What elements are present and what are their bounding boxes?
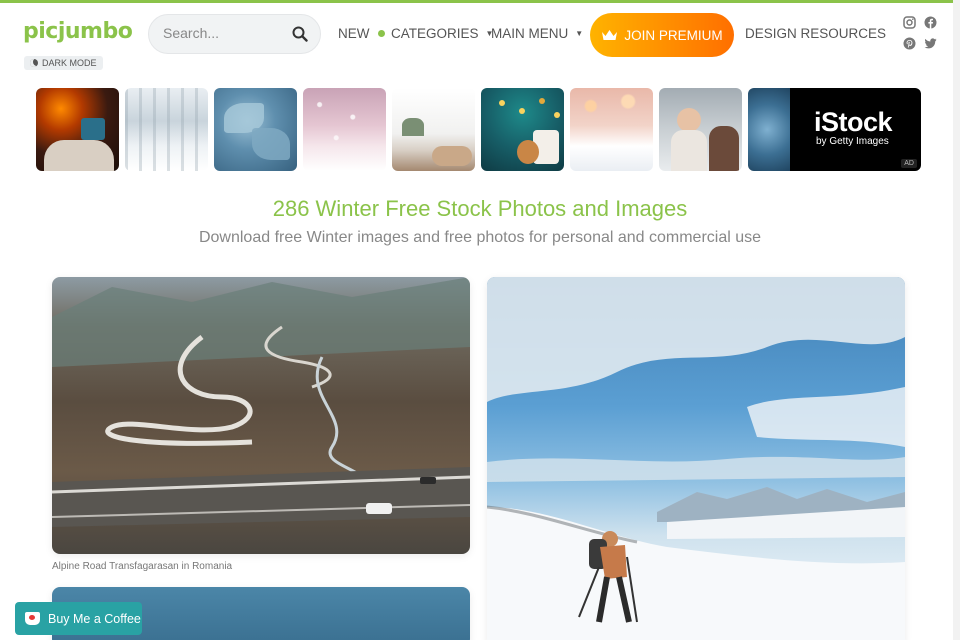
nav-main-menu-label: MAIN MENU [491, 26, 569, 41]
search-input[interactable] [163, 25, 293, 41]
ad-badge: AD [901, 159, 917, 168]
search-icon[interactable] [292, 26, 308, 42]
join-premium-label: JOIN PREMIUM [624, 27, 723, 43]
new-indicator-dot [377, 30, 385, 37]
photo-alpine-road[interactable] [52, 277, 470, 554]
thumbnail-couple-snow[interactable] [659, 88, 742, 171]
photo-winter-hiker[interactable] [487, 277, 905, 640]
site-header: picjumbo DARK MODE NEW CATEGORIES ▼ MAIN… [0, 3, 953, 70]
buy-me-a-coffee-button[interactable]: Buy Me a Coffee [15, 602, 142, 635]
alpine-road-illustration [52, 277, 470, 527]
dark-mode-toggle[interactable]: DARK MODE [24, 56, 103, 70]
nav-design-resources-label: DESIGN RESOURCES [745, 26, 887, 41]
scrollbar-track[interactable] [953, 0, 960, 640]
nav-design-resources[interactable]: DESIGN RESOURCES [745, 26, 886, 41]
instagram-icon[interactable] [903, 16, 916, 29]
search-box [148, 14, 321, 54]
nav-new[interactable]: NEW [338, 26, 385, 41]
thumbnail-fireplace-mug[interactable] [36, 88, 119, 171]
site-logo[interactable]: picjumbo [23, 19, 133, 44]
istock-ad[interactable]: iStock by Getty Images AD [790, 88, 921, 171]
thumbnail-frozen-leaves[interactable] [214, 88, 297, 171]
pinterest-icon[interactable] [903, 37, 916, 50]
thumbnail-snowy-path-bokeh[interactable] [570, 88, 653, 171]
page-subtitle: Download free Winter images and free pho… [198, 229, 762, 246]
thumbnail-pink-snowfall[interactable] [303, 88, 386, 171]
nav-main-menu[interactable]: MAIN MENU ▼ [491, 26, 583, 41]
dark-mode-label: DARK MODE [42, 58, 97, 68]
thumbnail-snowy-forest[interactable] [125, 88, 208, 171]
caret-down-icon: ▼ [575, 29, 584, 38]
istock-logo: iStock [814, 107, 893, 137]
nav-new-label: NEW [338, 26, 370, 41]
thumbnail-blue-frost[interactable] [748, 88, 796, 171]
photo-caption: Alpine Road Transfagarasan in Romania [52, 561, 233, 572]
crown-icon [602, 29, 618, 40]
thumbnail-winter-window[interactable] [392, 88, 475, 171]
thumbnail-christmas-cookie[interactable] [481, 88, 564, 171]
twitter-icon[interactable] [924, 37, 937, 50]
facebook-icon[interactable] [924, 16, 937, 29]
nav-categories[interactable]: CATEGORIES ▼ [391, 26, 493, 41]
nav-categories-label: CATEGORIES [391, 26, 479, 41]
join-premium-button[interactable]: JOIN PREMIUM [590, 13, 734, 57]
winter-hiker-illustration [487, 277, 905, 640]
buy-me-a-coffee-label: Buy Me a Coffee [48, 611, 141, 626]
istock-tagline: by Getty Images [816, 136, 889, 147]
coffee-cup-icon [25, 612, 40, 625]
moon-icon [30, 59, 38, 67]
thumbnail-strip: iStock by Getty Images AD [36, 88, 921, 171]
page-title: 286 Winter Free Stock Photos and Images [272, 196, 688, 221]
